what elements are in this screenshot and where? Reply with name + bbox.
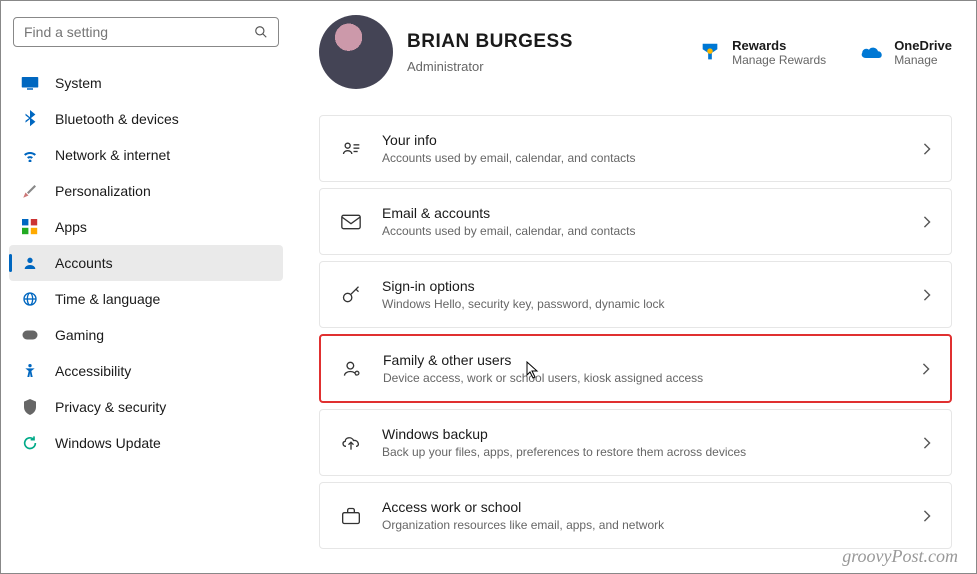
settings-cards: Your info Accounts used by email, calend… [319, 115, 952, 549]
user-block: BRIAN BURGESS Administrator [407, 31, 573, 74]
card-sub: Windows Hello, security key, password, d… [382, 297, 903, 311]
search-icon [254, 25, 268, 39]
wifi-icon [21, 146, 39, 164]
watermark: groovyPost.com [842, 546, 958, 567]
sidebar-item-privacy[interactable]: Privacy & security [9, 389, 283, 425]
sidebar-item-accounts[interactable]: Accounts [9, 245, 283, 281]
globe-icon [21, 290, 39, 308]
sidebar-item-label: Apps [55, 219, 87, 235]
card-title: Your info [382, 132, 903, 148]
onedrive-sub: Manage [894, 53, 952, 67]
chevron-right-icon [923, 216, 931, 228]
user-name: BRIAN BURGESS [407, 31, 573, 53]
key-icon [340, 285, 362, 305]
apps-icon [21, 218, 39, 236]
sidebar-item-label: Network & internet [55, 147, 170, 163]
main-content: BRIAN BURGESS Administrator Rewards Mana… [291, 1, 976, 573]
chevron-right-icon [923, 289, 931, 301]
card-sub: Organization resources like email, apps,… [382, 518, 903, 532]
paintbrush-icon [21, 182, 39, 200]
sidebar-item-time-language[interactable]: Time & language [9, 281, 283, 317]
account-header: BRIAN BURGESS Administrator Rewards Mana… [319, 15, 952, 89]
card-sub: Device access, work or school users, kio… [383, 371, 902, 385]
sidebar-item-label: Accessibility [55, 363, 131, 379]
sidebar-item-label: Windows Update [55, 435, 161, 451]
sidebar-item-personalization[interactable]: Personalization [9, 173, 283, 209]
bluetooth-icon [21, 110, 39, 128]
sidebar-item-label: Bluetooth & devices [55, 111, 179, 127]
onedrive-title: OneDrive [894, 38, 952, 53]
sidebar-item-windows-update[interactable]: Windows Update [9, 425, 283, 461]
sidebar-item-label: Personalization [55, 183, 151, 199]
card-title: Sign-in options [382, 278, 903, 294]
card-signin-options[interactable]: Sign-in options Windows Hello, security … [319, 261, 952, 328]
avatar [319, 15, 393, 89]
card-windows-backup[interactable]: Windows backup Back up your files, apps,… [319, 409, 952, 476]
card-sub: Back up your files, apps, preferences to… [382, 445, 903, 459]
user-role: Administrator [407, 59, 573, 74]
card-sub: Accounts used by email, calendar, and co… [382, 151, 903, 165]
card-title: Family & other users [383, 352, 902, 368]
sidebar-item-label: Gaming [55, 327, 104, 343]
family-icon [341, 359, 363, 379]
chevron-right-icon [923, 510, 931, 522]
rewards-title: Rewards [732, 38, 826, 53]
card-title: Windows backup [382, 426, 903, 442]
sidebar-item-label: System [55, 75, 102, 91]
sidebar-item-gaming[interactable]: Gaming [9, 317, 283, 353]
system-icon [21, 74, 39, 92]
card-family-other-users[interactable]: Family & other users Device access, work… [319, 334, 952, 403]
chevron-right-icon [923, 143, 931, 155]
mail-icon [340, 214, 362, 230]
your-info-icon [340, 139, 362, 159]
chevron-right-icon [922, 363, 930, 375]
person-icon [21, 254, 39, 272]
sidebar-item-label: Privacy & security [55, 399, 166, 415]
sidebar-item-bluetooth[interactable]: Bluetooth & devices [9, 101, 283, 137]
search-input[interactable] [24, 24, 254, 40]
rewards-icon [698, 40, 722, 64]
card-sub: Accounts used by email, calendar, and co… [382, 224, 903, 238]
sidebar-item-system[interactable]: System [9, 65, 283, 101]
card-title: Email & accounts [382, 205, 903, 221]
card-work-school[interactable]: Access work or school Organization resou… [319, 482, 952, 549]
rewards-tile[interactable]: Rewards Manage Rewards [698, 38, 826, 67]
sidebar-item-label: Accounts [55, 255, 113, 271]
card-email-accounts[interactable]: Email & accounts Accounts used by email,… [319, 188, 952, 255]
onedrive-tile[interactable]: OneDrive Manage [860, 38, 952, 67]
onedrive-icon [860, 40, 884, 64]
chevron-right-icon [923, 437, 931, 449]
gamepad-icon [21, 326, 39, 344]
accessibility-icon [21, 362, 39, 380]
search-box[interactable] [13, 17, 279, 47]
sidebar: System Bluetooth & devices Network & int… [1, 1, 291, 573]
backup-icon [340, 434, 362, 452]
shield-icon [21, 398, 39, 416]
briefcase-icon [340, 507, 362, 525]
rewards-sub: Manage Rewards [732, 53, 826, 67]
sidebar-item-accessibility[interactable]: Accessibility [9, 353, 283, 389]
sidebar-item-apps[interactable]: Apps [9, 209, 283, 245]
sidebar-item-label: Time & language [55, 291, 160, 307]
card-your-info[interactable]: Your info Accounts used by email, calend… [319, 115, 952, 182]
sidebar-item-network[interactable]: Network & internet [9, 137, 283, 173]
card-title: Access work or school [382, 499, 903, 515]
update-icon [21, 434, 39, 452]
